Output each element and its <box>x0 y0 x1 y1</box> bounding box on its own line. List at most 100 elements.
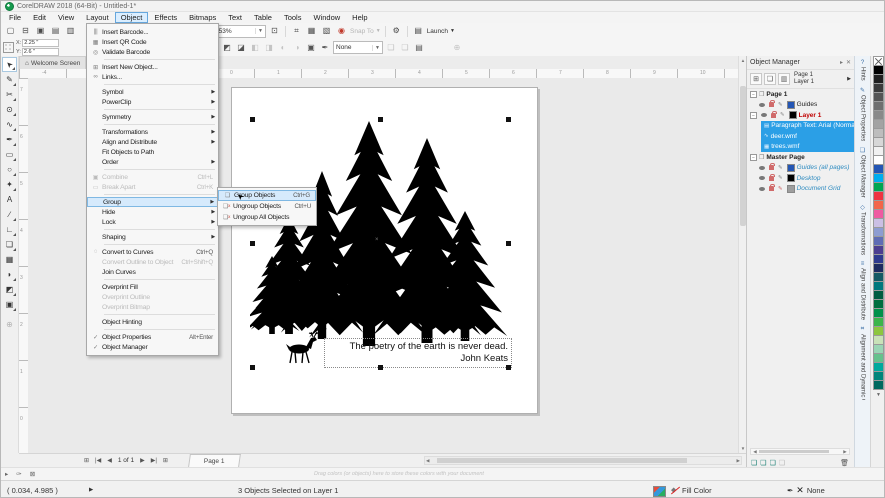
save-document-icon[interactable]: ▣ <box>34 25 47 37</box>
scroll-right-icon[interactable]: ▶ <box>841 449 849 454</box>
next-page-icon[interactable]: ▶ <box>137 457 148 464</box>
smart-fill-tool[interactable]: ▣ <box>2 297 17 312</box>
eyedropper-icon[interactable]: ✑ <box>12 470 25 478</box>
docker-tab-alignment-guides[interactable]: ⌗Alignment and Dynamic Gu... <box>860 324 866 402</box>
menu-item[interactable]: Transformations▶ <box>87 127 218 137</box>
trees-artwork[interactable] <box>250 116 512 368</box>
new-master-layer-odd-icon[interactable]: ❏ <box>770 459 776 467</box>
wrap-text-icon[interactable]: ▤ <box>413 42 425 54</box>
menu-item[interactable]: Symmetry▶ <box>87 112 218 122</box>
intersect-icon[interactable]: ◧ <box>249 42 261 54</box>
tree-row-page1[interactable]: − ❐ Page 1 <box>747 89 854 100</box>
scroll-right-icon[interactable]: ▶ <box>737 457 740 465</box>
color-swatch[interactable] <box>873 380 884 390</box>
tree-row-paragraph-text[interactable]: ▤ Paragraph Text: Arial (Normal) <box>761 121 854 132</box>
full-screen-preview-icon[interactable]: ⊡ <box>268 25 281 37</box>
pick-tool[interactable]: ➤ <box>2 57 17 72</box>
first-page-icon[interactable]: |◀ <box>92 457 104 464</box>
x-position-field[interactable]: 2.25 " <box>22 39 59 47</box>
menu-item[interactable]: |||Insert Barcode... <box>87 27 218 37</box>
color-eyedropper-tool[interactable]: ◗ <box>2 267 17 282</box>
options-gear-icon[interactable]: ⚙ <box>390 25 403 37</box>
menu-item[interactable]: PowerClip▶ <box>87 97 218 107</box>
collapse-icon[interactable]: − <box>750 154 757 161</box>
artistic-media-tool[interactable]: ✒ <box>2 132 17 147</box>
text-tool[interactable]: A <box>2 192 17 207</box>
menu-tools[interactable]: Tools <box>278 12 308 23</box>
interactive-fill-tool[interactable]: ◩ <box>2 282 17 297</box>
docker-flyout-icon[interactable]: ▸ <box>840 59 843 66</box>
menu-item[interactable]: Lock▶ <box>87 217 218 227</box>
layer-color-swatch[interactable] <box>787 185 795 193</box>
visibility-icon[interactable] <box>761 113 767 117</box>
menu-file[interactable]: File <box>3 12 27 23</box>
docker-close-icon[interactable]: ✕ <box>846 59 851 66</box>
scroll-left-icon[interactable]: ◀ <box>751 449 759 454</box>
tab-welcome-screen[interactable]: ⌂ Welcome Screen <box>19 56 86 69</box>
menu-item[interactable]: ∞Links... <box>87 72 218 82</box>
selection-handle[interactable] <box>250 365 255 370</box>
layer-color-swatch[interactable] <box>789 111 797 119</box>
palette-flyout-icon[interactable]: ▸ <box>1 470 12 478</box>
scroll-left-icon[interactable]: ◀ <box>426 457 429 465</box>
last-page-icon[interactable]: ▶| <box>148 457 160 464</box>
docker-tab-transformations[interactable]: ◇Transformations <box>860 202 866 257</box>
menu-window[interactable]: Window <box>307 12 346 23</box>
back-minus-front-icon[interactable]: ◑ <box>291 42 303 54</box>
collapse-icon[interactable]: − <box>750 91 757 98</box>
new-master-layer-all-icon[interactable]: ❏ <box>760 459 766 467</box>
menu-item-group[interactable]: Group▶ <box>87 197 218 207</box>
docker-horizontal-scrollbar[interactable]: ◀ ▶ <box>750 448 850 455</box>
menu-item-ungroup-all[interactable]: ❏Ungroup All Objects <box>218 212 316 223</box>
menu-edit[interactable]: Edit <box>27 12 52 23</box>
page-sorter-icon[interactable]: ⊞ <box>81 457 92 464</box>
tree-row-trees[interactable]: ▦ trees.wmf <box>761 142 854 153</box>
crop-tool[interactable]: ✂ <box>2 87 17 102</box>
tree-row-layer1[interactable]: − ✎ Layer 1 <box>747 110 854 121</box>
fill-color-status[interactable]: ◆ Fill Color <box>671 486 712 495</box>
menu-item[interactable]: Shaping▶ <box>87 232 218 242</box>
connector-tool[interactable]: ∟ <box>2 222 17 237</box>
object-position-grid-icon[interactable] <box>3 42 14 53</box>
visibility-icon[interactable] <box>759 166 765 170</box>
menu-item[interactable]: Hide▶ <box>87 207 218 217</box>
layer-color-swatch[interactable] <box>787 101 795 109</box>
page-tab[interactable]: Page 1 <box>188 454 240 467</box>
tree-row-document-grid[interactable]: ✎ Document Grid <box>747 184 854 195</box>
add-page-icon[interactable]: ⊞ <box>160 457 171 464</box>
menu-item-group-objects[interactable]: ❏Group ObjectsCtrl+G <box>218 190 316 201</box>
open-document-icon[interactable]: ⊟ <box>19 25 32 37</box>
show-guidelines-icon[interactable]: ▧ <box>320 25 333 37</box>
menu-bitmaps[interactable]: Bitmaps <box>183 12 222 23</box>
printable-icon[interactable]: ✎ <box>778 165 783 171</box>
shape-tool[interactable]: ✎ <box>2 72 17 87</box>
menu-layout[interactable]: Layout <box>80 12 115 23</box>
zoom-level-combo[interactable]: 153% ▼ <box>212 25 266 38</box>
printable-icon[interactable]: ✎ <box>778 175 783 181</box>
printable-icon[interactable]: ✎ <box>778 186 783 192</box>
menu-item[interactable]: ▦Insert QR Code <box>87 37 218 47</box>
zoom-tool[interactable]: ⊙ <box>2 102 17 117</box>
quick-customize-icon[interactable]: ⊕ <box>451 42 463 54</box>
selection-handle[interactable] <box>378 117 383 122</box>
docker-tab-hints[interactable]: ?Hints <box>860 58 866 83</box>
tree-row-desktop[interactable]: ✎ Desktop <box>747 173 854 184</box>
lock-icon[interactable] <box>771 113 776 118</box>
menu-item[interactable]: ✓Object PropertiesAlt+Enter <box>87 332 218 342</box>
drop-shadow-tool[interactable]: ❏ <box>2 237 17 252</box>
menu-item[interactable]: Join Curves <box>87 267 218 277</box>
selection-handle[interactable] <box>506 241 511 246</box>
freehand-tool[interactable]: ∿ <box>2 117 17 132</box>
tree-row-deer[interactable]: ∿ deer.wmf <box>761 131 854 142</box>
scrollbar-thumb[interactable] <box>759 450 829 453</box>
printable-icon[interactable]: ✎ <box>780 112 785 118</box>
launch-dropdown[interactable]: ▤ Launch ▼ <box>412 25 455 37</box>
show-grid-icon[interactable]: ▦ <box>305 25 318 37</box>
menu-effects[interactable]: Effects <box>148 12 183 23</box>
previous-page-icon[interactable]: ◀ <box>104 457 115 464</box>
palette-scroll-down-icon[interactable]: ▼ <box>876 392 881 398</box>
no-color-icon[interactable]: ⊠ <box>26 470 39 478</box>
menu-item[interactable]: Object Hinting <box>87 317 218 327</box>
menu-item[interactable]: Symbol▶ <box>87 87 218 97</box>
new-document-icon[interactable]: ▢ <box>4 25 17 37</box>
